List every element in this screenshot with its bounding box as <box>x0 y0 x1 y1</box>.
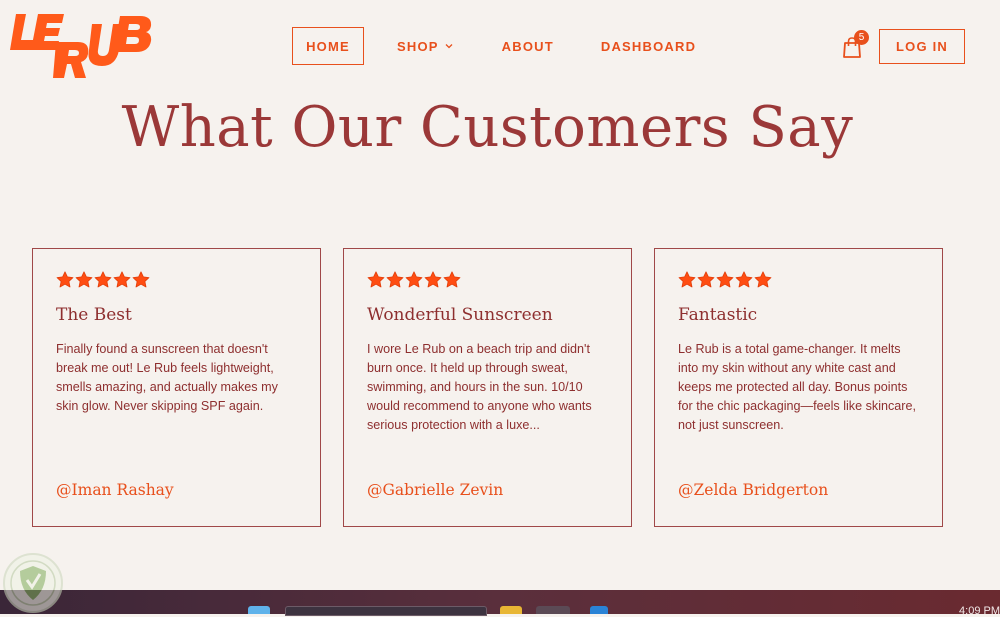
star-icon <box>113 271 131 288</box>
review-title: Wonderful Sunscreen <box>367 305 553 325</box>
nav-home[interactable]: HOME <box>292 27 364 65</box>
review-author: @Iman Rashay <box>56 481 174 499</box>
review-title: Fantastic <box>678 305 758 325</box>
le-rub-logo[interactable] <box>8 10 153 80</box>
nav-dashboard-label: DASHBOARD <box>600 38 697 54</box>
windows-start-icon[interactable] <box>248 606 270 614</box>
star-icon <box>735 271 753 288</box>
review-text: Le Rub is a total game-changer. It melts… <box>678 342 916 432</box>
cart-button[interactable]: 5 <box>842 30 869 59</box>
nav-home-label: HOME <box>306 38 350 54</box>
file-explorer-icon[interactable] <box>500 606 522 614</box>
taskbar-search-box[interactable] <box>285 606 487 616</box>
login-button[interactable]: LOG IN <box>879 29 965 64</box>
nav-shop[interactable]: SHOP <box>397 27 453 65</box>
review-text: I wore Le Rub on a beach trip and didn't… <box>367 342 592 432</box>
star-icon <box>367 271 385 288</box>
star-icon <box>678 271 696 288</box>
star-rating <box>56 271 298 291</box>
star-icon <box>56 271 74 288</box>
login-label: LOG IN <box>896 39 948 54</box>
star-icon <box>75 271 93 288</box>
edge-browser-icon[interactable] <box>590 606 608 614</box>
star-icon <box>424 271 442 288</box>
nav-dashboard[interactable]: DASHBOARD <box>601 27 696 65</box>
star-icon <box>716 271 734 288</box>
main-nav: HOME SHOP ABOUT DASHBOARD <box>292 27 696 65</box>
star-icon <box>386 271 404 288</box>
review-card: Wonderful Sunscreen I wore Le Rub on a be… <box>343 248 632 527</box>
nav-about-label: ABOUT <box>501 38 554 54</box>
taskbar-clock: 4:09 PM <box>959 605 1000 617</box>
nav-shop-label: SHOP <box>397 38 439 54</box>
cart-count-badge: 5 <box>854 30 869 45</box>
star-icon <box>443 271 461 288</box>
review-title: The Best <box>56 305 132 325</box>
nav-about[interactable]: ABOUT <box>502 27 554 65</box>
review-card: Fantastic Le Rub is a total game-changer.… <box>654 248 943 527</box>
star-rating <box>678 271 920 291</box>
review-text: Finally found a sunscreen that doesn't b… <box>56 342 278 413</box>
review-author: @Zelda Bridgerton <box>678 481 829 499</box>
chevron-down-icon <box>445 44 453 49</box>
star-rating <box>367 271 609 291</box>
star-icon <box>754 271 772 288</box>
app-icon[interactable] <box>536 606 570 614</box>
review-card: The Best Finally found a sunscreen that d… <box>32 248 321 527</box>
site-header: HOME SHOP ABOUT DASHBOARD 5 LOG IN <box>0 0 1000 95</box>
star-icon <box>132 271 150 288</box>
star-icon <box>405 271 423 288</box>
section-heading: What Our Customers Say <box>121 95 854 160</box>
star-icon <box>697 271 715 288</box>
shield-watermark-icon <box>3 553 63 613</box>
review-author: @Gabrielle Zevin <box>367 481 504 499</box>
star-icon <box>94 271 112 288</box>
